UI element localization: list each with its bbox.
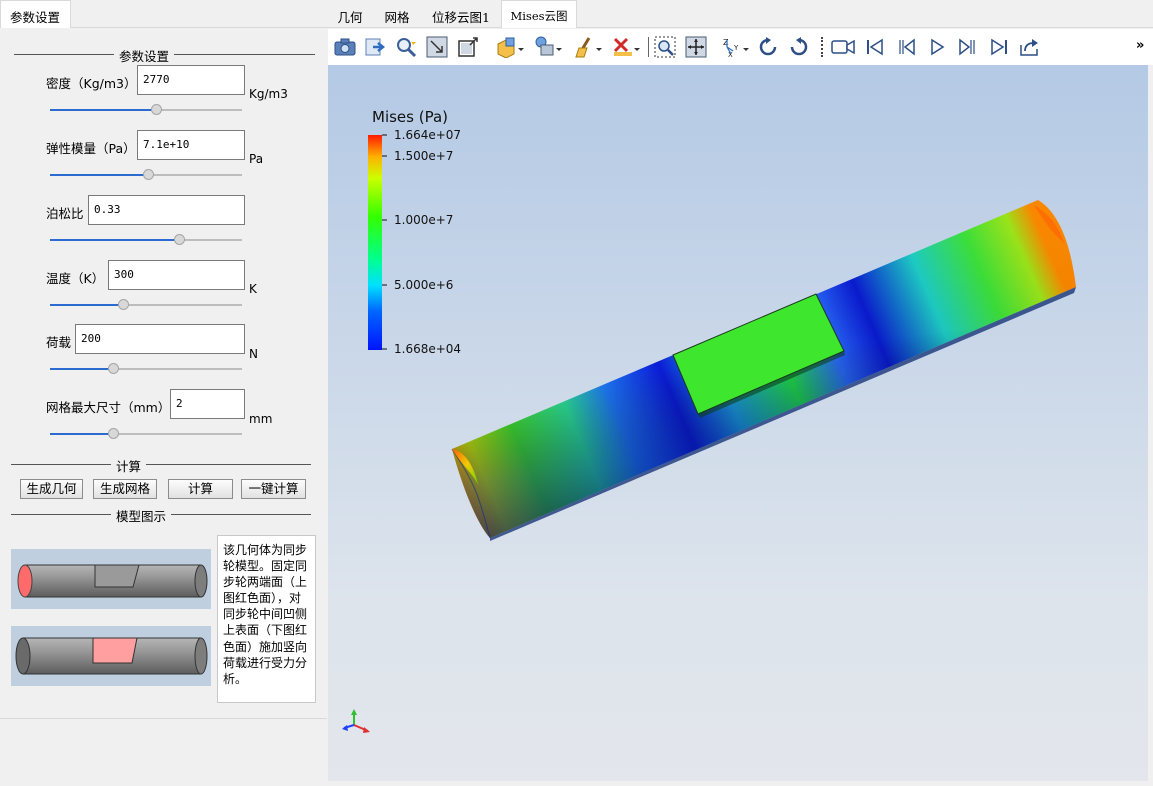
legend-tick-label: 1.500e+7 [394,149,453,163]
toolbar-overflow-button[interactable]: » [1136,38,1144,53]
tab-displacement-contour[interactable]: 位移云图1 [421,0,501,28]
center-view-icon[interactable] [684,35,708,59]
first-frame-icon[interactable] [863,35,887,59]
params-group-title: 参数设置 [114,46,175,65]
one-click-calculate-button[interactable]: 一键计算 [241,479,306,499]
render-viewport[interactable]: Mises (Pa) 1.664e+07 1.500e+7 1.000e+7 5… [328,65,1148,781]
tab-mesh[interactable]: 网格 [373,0,421,28]
next-frame-icon[interactable] [956,35,980,59]
zoom-box-icon[interactable] [456,35,480,59]
poisson-slider-handle[interactable] [174,234,185,245]
mesh-size-slider-handle[interactable] [108,428,119,439]
temperature-slider[interactable] [50,298,242,312]
mesh-size-input[interactable]: 2 [170,389,245,419]
clear-brush-icon[interactable] [574,35,602,59]
poisson-input[interactable]: 0.33 [88,195,245,225]
tab-geometry[interactable]: 几何 [327,0,373,28]
last-frame-icon[interactable] [987,35,1011,59]
delete-dropdown-icon[interactable] [612,35,640,59]
axes-orientation-dropdown-icon[interactable]: ZYX [723,35,751,59]
view-tab-bar: 几何 网格 位移云图1 Mises云图 [327,0,1153,28]
modulus-slider[interactable] [50,168,242,182]
load-unit: N [249,347,258,361]
legend-tick-label: 5.000e+6 [394,278,453,292]
density-unit: Kg/m3 [249,87,288,101]
temperature-input[interactable]: 300 [108,260,245,290]
loop-share-icon[interactable] [1018,35,1042,59]
viewer-toolbar: ZYX » [328,29,1153,65]
load-slider-handle[interactable] [108,363,119,374]
legend-min-label: 1.668e+04 [394,342,461,356]
zoom-to-fit-icon[interactable] [394,35,418,59]
export-arrow-icon[interactable] [364,35,388,59]
legend-title: Mises (Pa) [372,108,448,126]
calculate-button[interactable]: 计算 [168,479,233,499]
screenshot-camera-icon[interactable] [333,35,357,59]
model-image-fixed-faces [11,549,211,609]
generate-mesh-button[interactable]: 生成网格 [93,479,157,499]
left-panel-footer [0,718,327,786]
temperature-unit: K [249,282,257,296]
density-slider-handle[interactable] [151,104,162,115]
previous-frame-icon[interactable] [894,35,918,59]
play-icon[interactable] [925,35,949,59]
model-image-load-face [11,626,211,686]
legend-max-label: 1.664e+07 [394,128,461,142]
rotate-cw-icon[interactable] [756,35,780,59]
mesh-size-slider[interactable] [50,427,242,441]
load-label: 荷载 [46,335,72,350]
toolbar-separator [648,37,649,57]
model-group-title: 模型图示 [111,506,172,525]
generate-geometry-button[interactable]: 生成几何 [20,479,83,499]
mesh-size-label: 网格最大尺寸（mm） [46,400,171,415]
modulus-label: 弹性模量（Pa） [46,141,136,156]
mesh-size-unit: mm [249,412,273,426]
poisson-slider[interactable] [50,233,242,247]
mises-contour-model [451,200,1076,541]
left-tab-bar: 参数设置 [0,0,327,28]
svg-text:Y: Y [733,44,739,52]
modulus-unit: Pa [249,152,264,166]
tab-mises-contour[interactable]: Mises云图 [501,0,577,28]
modulus-slider-handle[interactable] [143,169,154,180]
poisson-label: 泊松比 [46,206,84,221]
colorbar [368,135,382,350]
load-slider[interactable] [50,362,242,376]
zoom-region-icon[interactable] [653,35,677,59]
reset-view-icon[interactable] [425,35,449,59]
display-style-dropdown-icon[interactable] [534,35,562,59]
toolbar-separator [821,37,823,57]
tab-parameter-settings[interactable]: 参数设置 [0,0,71,28]
temperature-label: 温度（K） [46,271,105,286]
orientation-axes-icon [342,709,370,733]
density-label: 密度（Kg/m3） [46,76,137,91]
representation-dropdown-icon[interactable] [496,35,524,59]
density-slider[interactable] [50,103,242,117]
model-description: 该几何体为同步轮模型。固定同步轮两端面（上图红色面），对同步轮中间凹侧上表面（下… [217,535,316,703]
group-divider [11,464,311,465]
temperature-slider-handle[interactable] [118,299,129,310]
density-input[interactable]: 2770 [137,65,245,95]
legend-tick-label: 1.000e+7 [394,213,453,227]
svg-text:Z: Z [723,38,729,47]
load-input[interactable]: 200 [75,324,245,354]
camera-record-icon[interactable] [831,35,855,59]
modulus-input[interactable]: 7.1e+10 [137,130,245,160]
compute-group-title: 计算 [111,456,147,475]
rotate-ccw-icon[interactable] [787,35,811,59]
